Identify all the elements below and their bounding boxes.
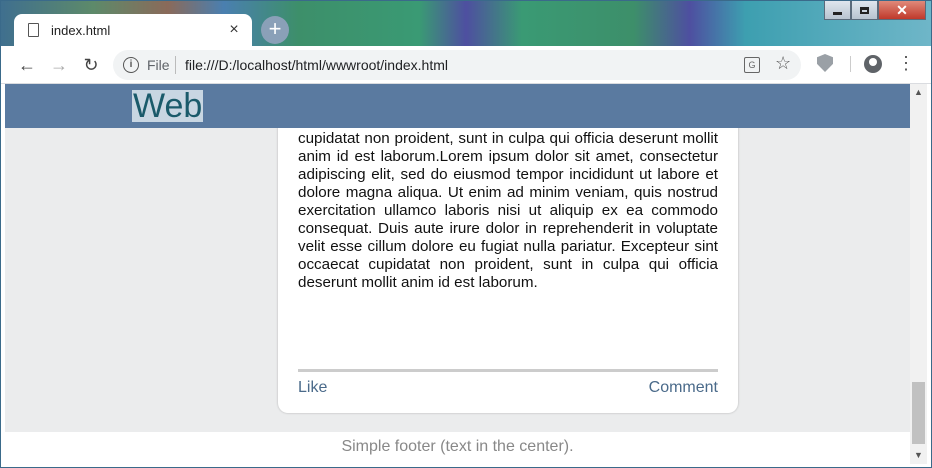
window-titlebar: ✕ index.html × + (0, 0, 932, 46)
site-logo[interactable]: Web (132, 89, 204, 123)
scheme-label: File (147, 57, 170, 73)
window-controls: ✕ (824, 0, 926, 20)
card-divider (298, 369, 718, 372)
new-tab-button[interactable]: + (261, 16, 289, 44)
back-button[interactable]: ← (16, 54, 38, 76)
like-link[interactable]: Like (298, 379, 327, 397)
omnibox-divider (175, 56, 176, 74)
browser-tab[interactable]: index.html × (14, 14, 252, 46)
toolbar-divider (850, 56, 851, 72)
tab-title: index.html (51, 22, 111, 38)
account-icon[interactable] (864, 55, 882, 73)
reload-button[interactable]: ↻ (80, 54, 102, 76)
close-icon: ✕ (896, 2, 908, 18)
maximize-button[interactable] (851, 0, 878, 20)
back-icon: ← (18, 55, 36, 75)
browser-toolbar: ← → ↻ i File file:///D:/localhost/html/w… (0, 46, 932, 84)
menu-icon[interactable]: ⋮ (897, 54, 915, 72)
minimize-icon (833, 11, 842, 15)
translate-icon[interactable]: G (744, 57, 760, 73)
info-icon[interactable]: i (123, 57, 139, 73)
comment-link[interactable]: Comment (649, 379, 718, 397)
page-icon (28, 23, 39, 37)
vertical-scrollbar[interactable]: ▲ ▼ (910, 84, 927, 464)
url-text[interactable]: file:///D:/localhost/html/wwwroot/index.… (185, 57, 448, 73)
forward-icon: → (50, 55, 68, 75)
address-bar[interactable]: i File file:///D:/localhost/html/wwwroot… (113, 50, 801, 80)
star-icon[interactable]: ☆ (775, 53, 791, 74)
minimize-button[interactable] (824, 0, 851, 20)
site-footer: Simple footer (text in the center). (5, 432, 910, 464)
page-viewport: ullamco laboris nisi ut aliquip ex ea co… (5, 84, 910, 464)
close-window-button[interactable]: ✕ (878, 0, 926, 20)
scroll-thumb[interactable] (912, 382, 925, 444)
maximize-icon (860, 6, 869, 14)
tab-close-button[interactable]: × (226, 21, 242, 39)
forward-button[interactable]: → (48, 54, 70, 76)
post-card: ullamco laboris nisi ut aliquip ex ea co… (278, 84, 738, 413)
reload-icon: ↻ (83, 55, 99, 75)
scroll-up-arrow-icon[interactable]: ▲ (910, 84, 927, 101)
site-header: Web (5, 84, 910, 128)
scroll-down-arrow-icon[interactable]: ▼ (910, 447, 927, 464)
